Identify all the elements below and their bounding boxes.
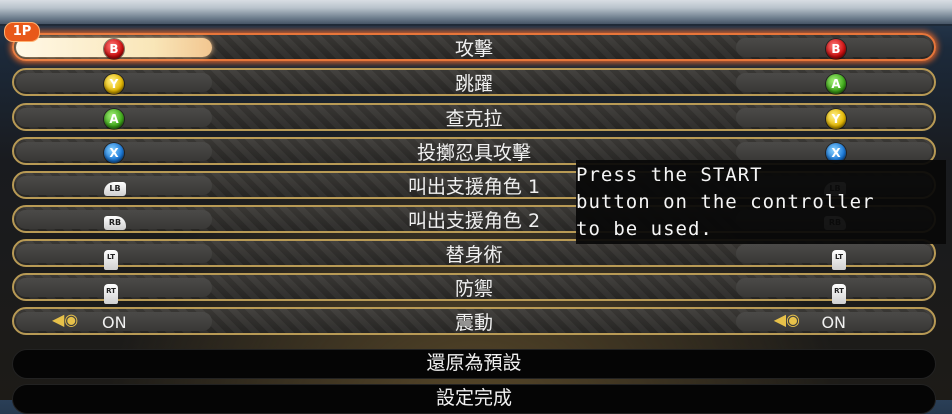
config-row-guard[interactable]: RT 防禦 RT (12, 273, 936, 304)
b-button-icon: B (826, 39, 846, 59)
rt-trigger-icon: RT (832, 284, 846, 304)
y-button-icon: Y (826, 109, 846, 129)
top-strip (0, 0, 952, 26)
start-prompt-line-3: to be used. (576, 218, 713, 240)
row-label: 替身術 (445, 244, 503, 266)
finish-settings-button[interactable]: 設定完成 (12, 384, 936, 414)
a-button-icon: A (826, 74, 846, 94)
rt-trigger-icon: RT (104, 284, 118, 304)
player-badge: 1P (4, 22, 40, 42)
finish-settings-label: 設定完成 (435, 387, 513, 409)
config-row-vibration[interactable]: ◀◉ ON 震動 ◀◉ ON (12, 307, 936, 335)
y-button-icon: Y (104, 74, 124, 94)
lb-bumper-icon: LB (104, 182, 126, 196)
restore-defaults-button[interactable]: 還原為預設 (12, 349, 936, 379)
start-prompt-line-2: button on the controller (576, 191, 875, 213)
b-button-icon: B (104, 39, 124, 59)
config-row-attack[interactable]: B 攻擊 B (12, 33, 936, 61)
vibration-value-left: ON (102, 313, 127, 332)
vibration-icon: ◀◉ (52, 310, 79, 329)
vibration-value-right: ON (821, 313, 846, 332)
lt-trigger-icon: LT (832, 250, 846, 270)
restore-defaults-label: 還原為預設 (426, 352, 522, 374)
row-label: 防禦 (454, 278, 494, 300)
row-label: 查克拉 (445, 108, 503, 130)
row-label: 叫出支援角色 2 (407, 210, 541, 232)
rb-bumper-icon: RB (104, 216, 126, 230)
config-row-chakra[interactable]: A 查克拉 Y (12, 103, 936, 131)
lt-trigger-icon: LT (104, 250, 118, 270)
start-prompt-line-1: Press the START (576, 164, 763, 186)
x-button-icon: X (104, 143, 124, 163)
row-label: 投擲忍具攻擊 (416, 142, 532, 164)
row-label: 攻擊 (454, 38, 494, 60)
start-prompt-message: Press the START button on the controller t… (576, 160, 946, 244)
config-row-jump[interactable]: Y 跳躍 A (12, 68, 936, 96)
vibration-icon: ◀◉ (773, 310, 800, 329)
a-button-icon: A (104, 109, 124, 129)
row-label: 跳躍 (454, 73, 494, 95)
row-label: 震動 (454, 312, 494, 334)
row-label: 叫出支援角色 1 (407, 176, 541, 198)
